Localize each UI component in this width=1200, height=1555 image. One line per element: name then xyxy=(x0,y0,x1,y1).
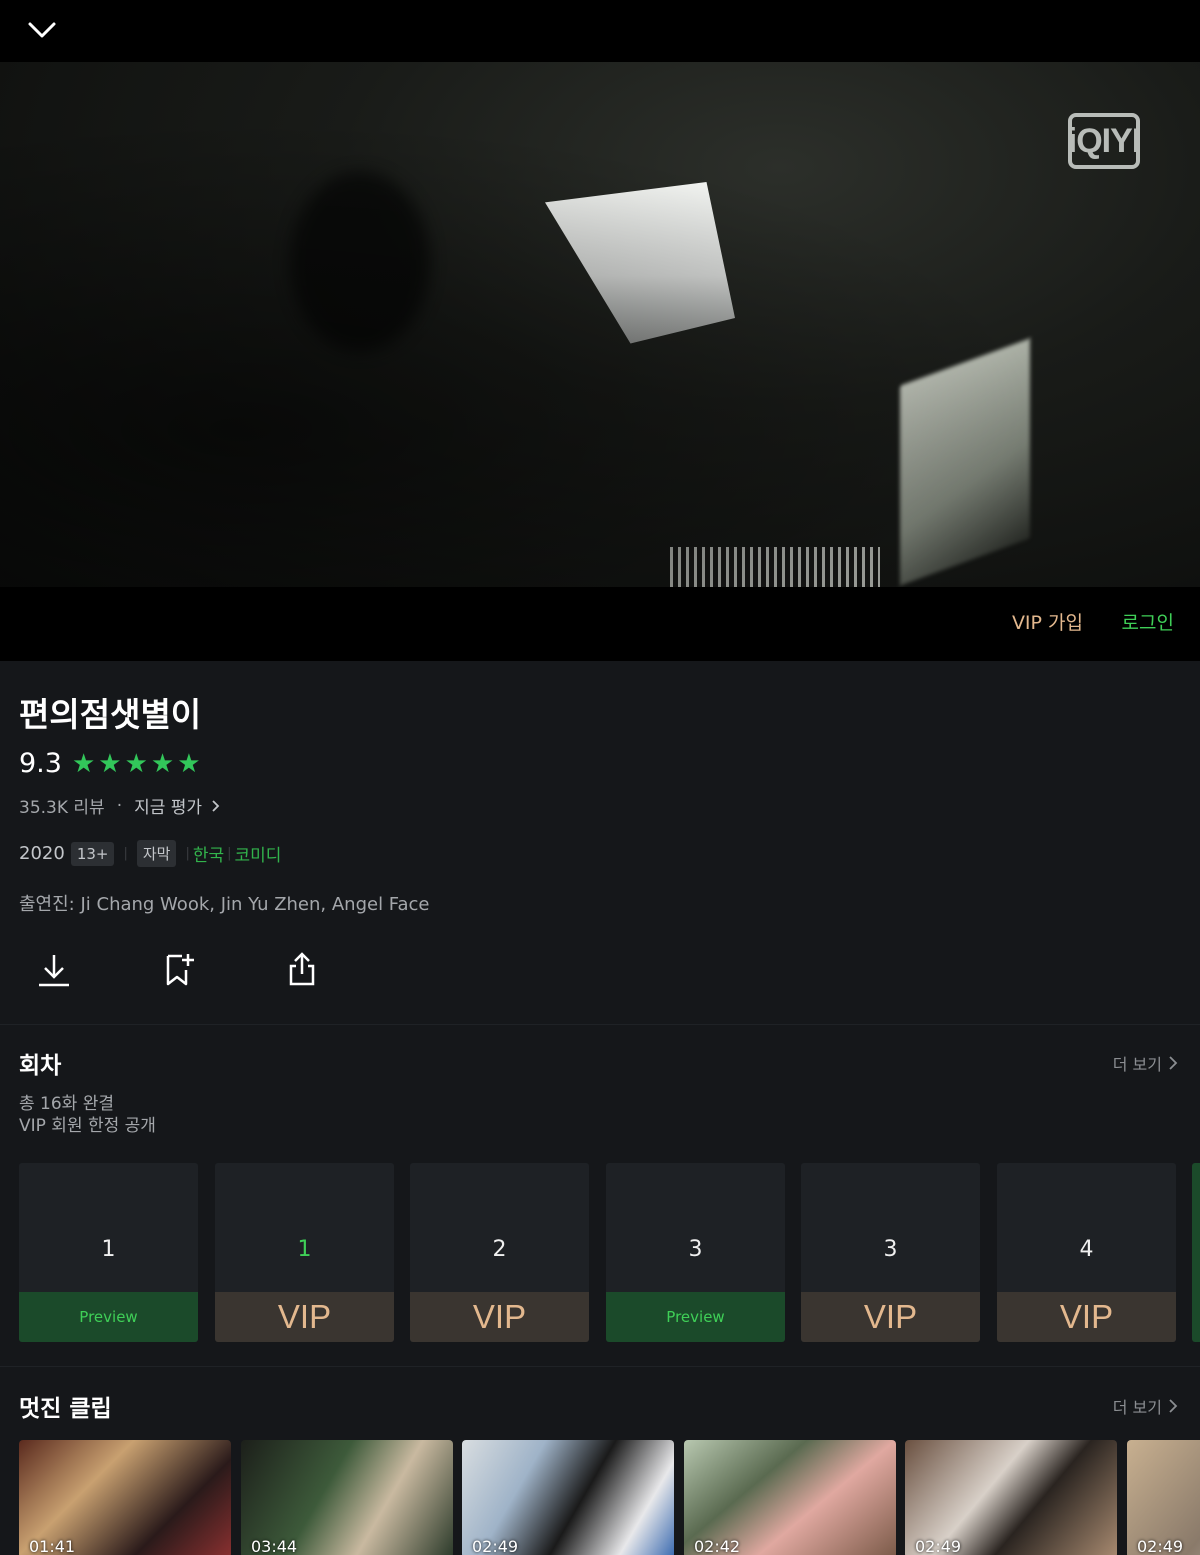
show-title: 편의점샛별이 xyxy=(19,695,202,734)
top-bar xyxy=(0,0,1200,62)
clip-thumbnail[interactable]: 02:49 xyxy=(905,1440,1117,1555)
episodes-more-link[interactable]: 더 보기 xyxy=(1113,1051,1178,1075)
episode-number: 1 xyxy=(101,1237,116,1262)
more-label: 더 보기 xyxy=(1112,1398,1162,1417)
video-player[interactable] xyxy=(0,62,1200,587)
star-icon: ★ xyxy=(71,748,96,779)
vip-join-button[interactable]: VIP 가입 xyxy=(1012,608,1083,635)
login-button[interactable]: 로그인 xyxy=(1122,608,1174,635)
divider: | xyxy=(227,846,232,861)
age-rating-badge: 13+ xyxy=(70,841,115,866)
episode-number: 3 xyxy=(688,1237,703,1262)
episode-card-partial[interactable] xyxy=(1192,1163,1200,1342)
chevron-right-icon xyxy=(1169,1056,1178,1070)
rate-now-link[interactable]: 지금 평가 xyxy=(134,793,221,818)
clip-list: 01:41 03:44 02:49 02:42 02:49 02:49 xyxy=(19,1440,1200,1555)
clips-title: 멋진 클립 xyxy=(19,1396,112,1422)
section-divider xyxy=(0,1024,1200,1025)
section-divider xyxy=(0,1366,1200,1367)
clip-duration: 02:49 xyxy=(472,1537,519,1555)
chevron-right-icon xyxy=(1169,1399,1178,1413)
star-icon: ★ xyxy=(150,748,175,779)
episode-number: 4 xyxy=(1079,1237,1094,1262)
episode-number: 1 xyxy=(297,1237,312,1262)
episode-card[interactable]: 3 VIP xyxy=(801,1163,980,1342)
preview-badge: Preview xyxy=(19,1292,198,1342)
video-frame-vignette xyxy=(0,62,1200,587)
episode-card[interactable]: 1 Preview xyxy=(19,1163,198,1342)
vip-badge: VIP xyxy=(997,1292,1176,1342)
vip-badge: VIP xyxy=(215,1292,394,1342)
meta-row: 2020 13+ | 자막 | 한국 | 코미디 xyxy=(19,840,281,867)
release-year: 2020 xyxy=(19,843,65,864)
clip-thumbnail[interactable]: 02:49 xyxy=(462,1440,674,1555)
review-count: 35.3K 리뷰 xyxy=(19,798,105,818)
clip-duration: 02:49 xyxy=(1137,1537,1184,1555)
chevron-right-icon xyxy=(212,800,220,812)
more-label: 더 보기 xyxy=(1112,1055,1162,1074)
star-icon: ★ xyxy=(124,748,148,779)
clip-duration: 02:42 xyxy=(694,1537,741,1555)
divider: | xyxy=(185,846,190,861)
genre-tag[interactable]: 코미디 xyxy=(235,841,282,866)
clips-more-link[interactable]: 더 보기 xyxy=(1113,1394,1178,1418)
episode-card[interactable]: 1 VIP xyxy=(215,1163,394,1342)
vip-badge: VIP xyxy=(801,1292,980,1342)
clip-thumbnail[interactable]: 01:41 xyxy=(19,1440,231,1555)
clip-duration: 03:44 xyxy=(251,1537,298,1555)
star-icon: ★ xyxy=(177,748,201,779)
episodes-title: 회차 xyxy=(19,1053,62,1079)
subtitle-badge: 자막 xyxy=(136,840,177,867)
rating-row: 9.3 ★ ★ ★ ★ ★ xyxy=(19,748,204,779)
preview-badge: Preview xyxy=(606,1292,785,1342)
cast-list: 출연진: Ji Chang Wook, Jin Yu Zhen, Angel F… xyxy=(19,894,430,915)
rating-score: 9.3 xyxy=(19,748,62,779)
episode-card[interactable]: 4 VIP xyxy=(997,1163,1176,1342)
episode-number: 3 xyxy=(883,1237,898,1262)
episode-total: 총 16화 완결 xyxy=(19,1094,114,1114)
separator-dot: · xyxy=(116,795,123,816)
clip-thumbnail[interactable]: 02:49 xyxy=(1127,1440,1200,1555)
episode-number: 2 xyxy=(492,1237,507,1262)
bookmark-add-icon[interactable] xyxy=(158,950,198,990)
episodes-info: 총 16화 완결 VIP 회원 한정 공개 xyxy=(19,1093,156,1137)
country-tag[interactable]: 한국 xyxy=(193,841,224,866)
episode-list: 1 Preview 1 VIP 2 VIP 3 Preview 3 VIP 4 VIP xyxy=(19,1163,1200,1343)
clip-duration: 01:41 xyxy=(29,1537,76,1555)
clip-thumbnail[interactable]: 03:44 xyxy=(241,1440,453,1555)
clip-duration: 02:49 xyxy=(915,1537,962,1555)
iqiyi-logo: iQIYI xyxy=(1068,113,1141,169)
divider: | xyxy=(123,846,128,861)
review-row: 35.3K 리뷰 · 지금 평가 xyxy=(19,793,221,818)
download-icon[interactable] xyxy=(34,950,74,990)
rate-now-label: 지금 평가 xyxy=(134,798,203,818)
episode-card[interactable]: 3 Preview xyxy=(606,1163,785,1342)
share-icon[interactable] xyxy=(282,950,322,990)
episode-card[interactable]: 2 VIP xyxy=(410,1163,589,1342)
episode-note: VIP 회원 한정 공개 xyxy=(19,1116,156,1136)
clip-thumbnail[interactable]: 02:42 xyxy=(684,1440,896,1555)
chevron-down-icon[interactable] xyxy=(22,12,62,48)
rating-stars: ★ ★ ★ ★ ★ xyxy=(72,749,204,779)
vip-badge: VIP xyxy=(410,1292,589,1342)
star-icon: ★ xyxy=(98,748,122,779)
